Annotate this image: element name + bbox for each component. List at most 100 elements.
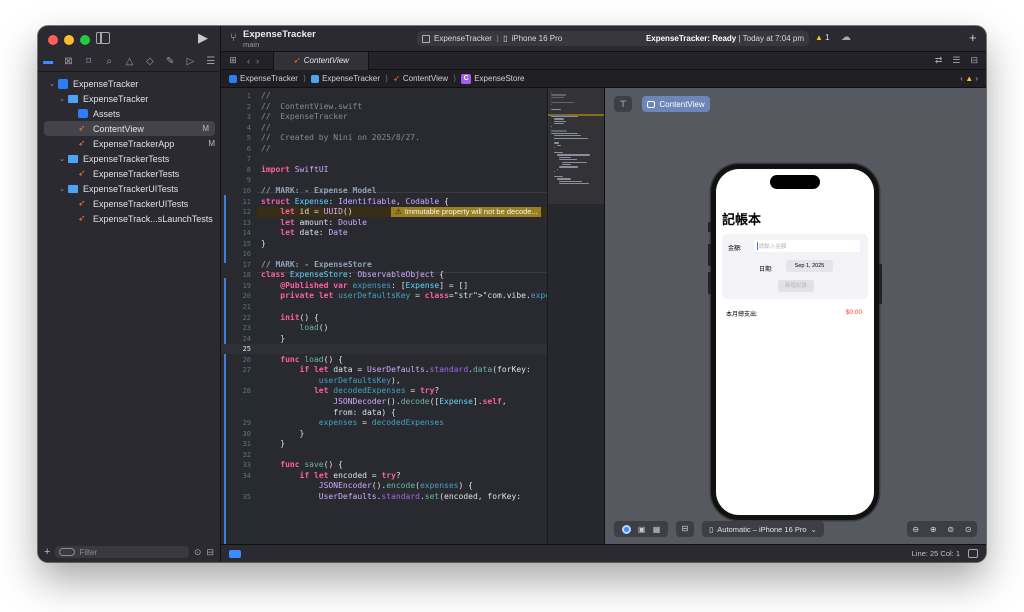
zoom-fit-icon[interactable]: ⊜ (947, 525, 954, 534)
report-icon[interactable]: ☰ (204, 56, 218, 67)
sidebar-item[interactable]: Assets (38, 106, 221, 121)
zoom-out-icon[interactable]: ⊖ (912, 525, 919, 534)
minimap-viewport[interactable] (548, 88, 604, 204)
scheme-device[interactable]: iPhone 16 Pro (511, 34, 562, 43)
sidebar-item[interactable]: ➶ ContentView M (44, 121, 215, 136)
code-line[interactable]: // (261, 144, 271, 153)
code-line[interactable]: let date: Date (261, 228, 347, 237)
add-record-button[interactable]: 新增紀錄 (778, 280, 814, 292)
code-line[interactable]: let id = UUID() (261, 207, 352, 216)
breadcrumb-item-file[interactable]: ContentView (403, 74, 448, 83)
sidebar-item[interactable]: ⌄ ExpenseTrackerUITests (38, 181, 221, 196)
code-line[interactable]: init() { (261, 313, 319, 322)
code-line[interactable]: JSONDecoder().decode([Expense].self, (261, 397, 506, 406)
warning-count-badge[interactable]: ▲ 1 (815, 33, 830, 42)
breakpoint-icon[interactable]: ▷ (183, 56, 197, 67)
search-icon[interactable]: ⌕ (102, 56, 116, 67)
code-line[interactable]: load() (261, 323, 329, 332)
code-line[interactable]: // ContentView.swift (261, 102, 362, 111)
bookmark-icon[interactable]: ⌑ (82, 56, 96, 67)
minimize-window-button[interactable] (64, 35, 74, 45)
warning-message[interactable]: ⚠ Immutable property will not be decode..… (391, 206, 541, 218)
issue-navigation[interactable]: ‹ ▲ › (960, 74, 986, 83)
variants-icon[interactable]: ▦ (653, 525, 661, 534)
adjust-editor-icon[interactable]: ☰ (952, 55, 960, 66)
debug-area-toggle-icon[interactable] (229, 549, 241, 558)
code-line[interactable]: } (261, 439, 285, 448)
code-line[interactable]: // Created by Nini on 2025/8/27. (261, 133, 420, 142)
sidebar-item[interactable]: ➶ ExpenseTrackerApp M (38, 136, 221, 151)
tab-contentview[interactable]: ➶ ContentView (273, 51, 369, 70)
back-forward-icon[interactable]: ‹› (247, 56, 265, 66)
code-line[interactable]: // (261, 123, 271, 132)
pin-icon[interactable]: ⊤ (614, 96, 632, 112)
code-line[interactable]: } (261, 429, 305, 438)
sidebar-item[interactable]: ➶ ExpenseTrackerUITests (38, 196, 221, 211)
disclosure-chevron-icon[interactable]: ⌄ (48, 80, 56, 88)
code-line[interactable]: JSONEncoder().encode(expenses) { (261, 481, 473, 490)
disclosure-chevron-icon[interactable]: ⌄ (58, 155, 66, 163)
code-line[interactable]: from: data) { (261, 408, 396, 417)
amount-input[interactable]: 請輸入金額 (754, 240, 860, 252)
zoom-actual-icon[interactable]: ⊙ (965, 525, 972, 534)
grid-icon[interactable]: ⊞ (225, 55, 241, 66)
code-line[interactable]: // MARK: - Expense Model (261, 186, 377, 195)
split-editor-icon[interactable]: ⊟ (970, 55, 978, 66)
code-line[interactable]: if let encoded = try? (261, 471, 401, 480)
branch-name[interactable]: main (243, 40, 259, 49)
code-line[interactable]: // ExpenseTracker (261, 112, 348, 121)
scheme-target[interactable]: ExpenseTracker (434, 34, 492, 43)
issue-warning-icon[interactable]: △ (122, 56, 136, 67)
code-line[interactable]: let decodedExpenses = try? (261, 386, 439, 395)
panel-toggle-icon[interactable] (968, 549, 978, 558)
debug-icon[interactable]: ✎ (163, 56, 177, 67)
minimap[interactable] (547, 88, 604, 544)
folder-icon[interactable]: ▬ (41, 56, 55, 67)
run-button[interactable]: ▶ (198, 30, 208, 46)
code-line[interactable]: if let data = UserDefaults.standard.data… (261, 365, 531, 374)
code-line[interactable]: let amount: Double (261, 218, 367, 227)
code-line[interactable]: } (261, 334, 285, 343)
code-line[interactable]: private let userDefaultsKey = class="str… (261, 291, 547, 300)
source-control-icon[interactable]: ⊠ (61, 56, 75, 67)
code-line[interactable]: @Published var expenses: [Expense] = [] (261, 281, 468, 290)
recent-files-icon[interactable]: ⊙ (194, 547, 202, 558)
zoom-in-icon[interactable]: ⊕ (930, 525, 937, 534)
breadcrumb-item-project[interactable]: ExpenseTracker (240, 74, 298, 83)
device-settings-icon[interactable]: ⊟ (676, 521, 694, 537)
code-line[interactable]: userDefaultsKey), (261, 376, 401, 385)
swap-icon[interactable]: ⇄ (935, 55, 943, 66)
sidebar-toggle-icon[interactable] (96, 32, 110, 44)
code-line[interactable]: // (261, 91, 271, 100)
breadcrumb-item-symbol[interactable]: ExpenseStore (474, 74, 524, 83)
zoom-window-button[interactable] (80, 35, 90, 45)
code-line[interactable]: } (261, 239, 266, 248)
scheme-status-bar[interactable]: ExpenseTracker ⟩ ▯ iPhone 16 Pro Expense… (417, 31, 809, 46)
scm-filter-icon[interactable]: ⊟ (206, 547, 214, 558)
code-line[interactable]: func load() { (261, 355, 343, 364)
sidebar-item[interactable]: ⌄ ExpenseTrackerTests (38, 151, 221, 166)
code-line[interactable]: UserDefaults.standard.set(encoded, forKe… (261, 492, 521, 501)
cloud-icon[interactable]: ☁ (841, 32, 851, 43)
code-line[interactable]: import SwiftUI (261, 165, 328, 174)
add-library-button[interactable]: + (969, 30, 977, 45)
breadcrumb-item-folder[interactable]: ExpenseTracker (322, 74, 380, 83)
filter-input[interactable]: Filter (55, 546, 189, 558)
test-icon[interactable]: ◇ (143, 56, 157, 67)
device-selector[interactable]: ▯ Automatic – iPhone 16 Pro ⌄ (702, 521, 824, 537)
code-line[interactable]: struct Expense: Identifiable, Codable { (261, 197, 449, 206)
disclosure-chevron-icon[interactable]: ⌄ (58, 185, 66, 193)
code-line[interactable]: func save() { (261, 460, 343, 469)
live-mode-icon[interactable] (621, 524, 631, 534)
close-window-button[interactable] (48, 35, 58, 45)
sidebar-item[interactable]: ➶ ExpenseTrack...sLaunchTests (38, 211, 221, 226)
disclosure-chevron-icon[interactable]: ⌄ (58, 95, 66, 103)
sidebar-item[interactable]: ⌄ ExpenseTracker (38, 91, 221, 106)
source-editor[interactable]: 1 // 2 // ContentView.swift 3 // ExpenseTrack… (221, 88, 547, 544)
code-line[interactable]: // MARK: - ExpenseStore (261, 260, 372, 269)
sidebar-item[interactable]: ➶ ExpenseTrackerTests (38, 166, 221, 181)
sidebar-item[interactable]: ⌄ ExpenseTracker (38, 76, 221, 91)
add-file-icon[interactable]: + (44, 546, 50, 558)
date-picker[interactable]: Sep 1, 2025 (786, 260, 833, 272)
filter-options-icon[interactable] (59, 548, 76, 556)
